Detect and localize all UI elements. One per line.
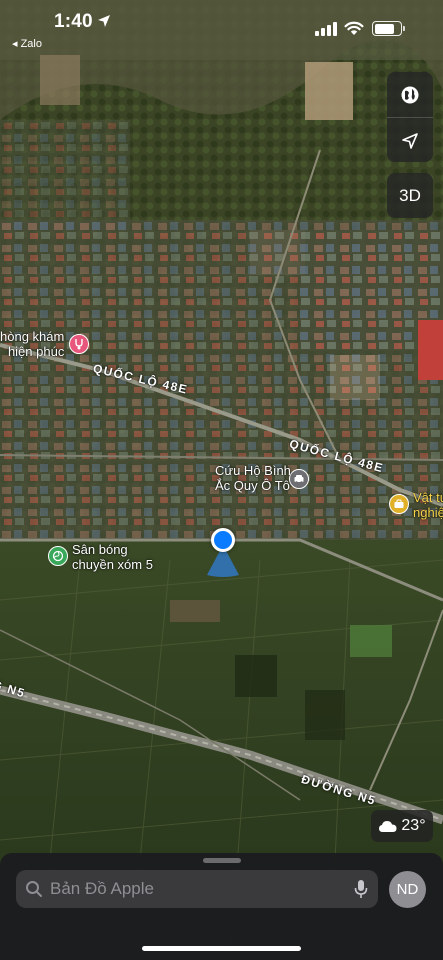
- location-services-icon: [98, 15, 110, 27]
- status-bar: 1:40 ◂ Zalo: [0, 0, 443, 52]
- search-sheet[interactable]: Bản Đồ Apple ND: [0, 853, 443, 960]
- 3d-view-button[interactable]: 3D: [387, 173, 433, 218]
- sheet-grabber[interactable]: [203, 858, 241, 863]
- poi-pin-court[interactable]: [48, 546, 68, 566]
- cloud-icon: [379, 821, 397, 832]
- microphone-icon[interactable]: [354, 879, 368, 899]
- search-icon: [26, 881, 42, 897]
- search-input[interactable]: Bản Đồ Apple: [16, 870, 378, 908]
- battery-icon: [372, 21, 402, 36]
- location-arrow-icon: [402, 132, 418, 149]
- wifi-icon: [344, 21, 364, 35]
- map-mode-button[interactable]: [387, 72, 433, 117]
- stethoscope-icon: [75, 339, 83, 350]
- current-location-button[interactable]: [387, 118, 433, 163]
- globe-icon: [401, 86, 419, 103]
- weather-badge[interactable]: 23°: [371, 810, 433, 842]
- poi-label-materials[interactable]: Vật tư nghiệ: [413, 490, 443, 520]
- back-to-app-link[interactable]: ◂ Zalo: [12, 37, 42, 50]
- weather-temperature: 23°: [401, 817, 426, 834]
- profile-avatar[interactable]: ND: [389, 871, 426, 908]
- maps-screen: 1:40 ◂ Zalo 3D QUỐC LỘ 48E QUỐC LỘ 48E Đ…: [0, 0, 443, 960]
- search-placeholder: Bản Đồ Apple: [50, 879, 154, 898]
- briefcase-icon: [394, 499, 404, 508]
- poi-pin-materials[interactable]: [389, 494, 409, 514]
- car-icon: [294, 475, 304, 484]
- map-controls: [387, 72, 433, 162]
- battery-cap: [403, 26, 405, 31]
- poi-pin-clinic[interactable]: [69, 334, 89, 354]
- volleyball-icon: [52, 550, 64, 562]
- poi-label-court[interactable]: Sân bóng chuyền xóm 5: [72, 542, 153, 572]
- home-indicator[interactable]: [142, 946, 301, 951]
- poi-label-rescue[interactable]: Cứu Hộ Bình Ắc Quy Ô Tô: [215, 463, 291, 493]
- status-time: 1:40: [54, 11, 93, 32]
- poi-pin-rescue[interactable]: [289, 469, 309, 489]
- cellular-signal-icon: [315, 22, 337, 36]
- user-location-dot[interactable]: [211, 528, 235, 552]
- poi-label-clinic[interactable]: hòng khám hiện phúc: [0, 329, 64, 359]
